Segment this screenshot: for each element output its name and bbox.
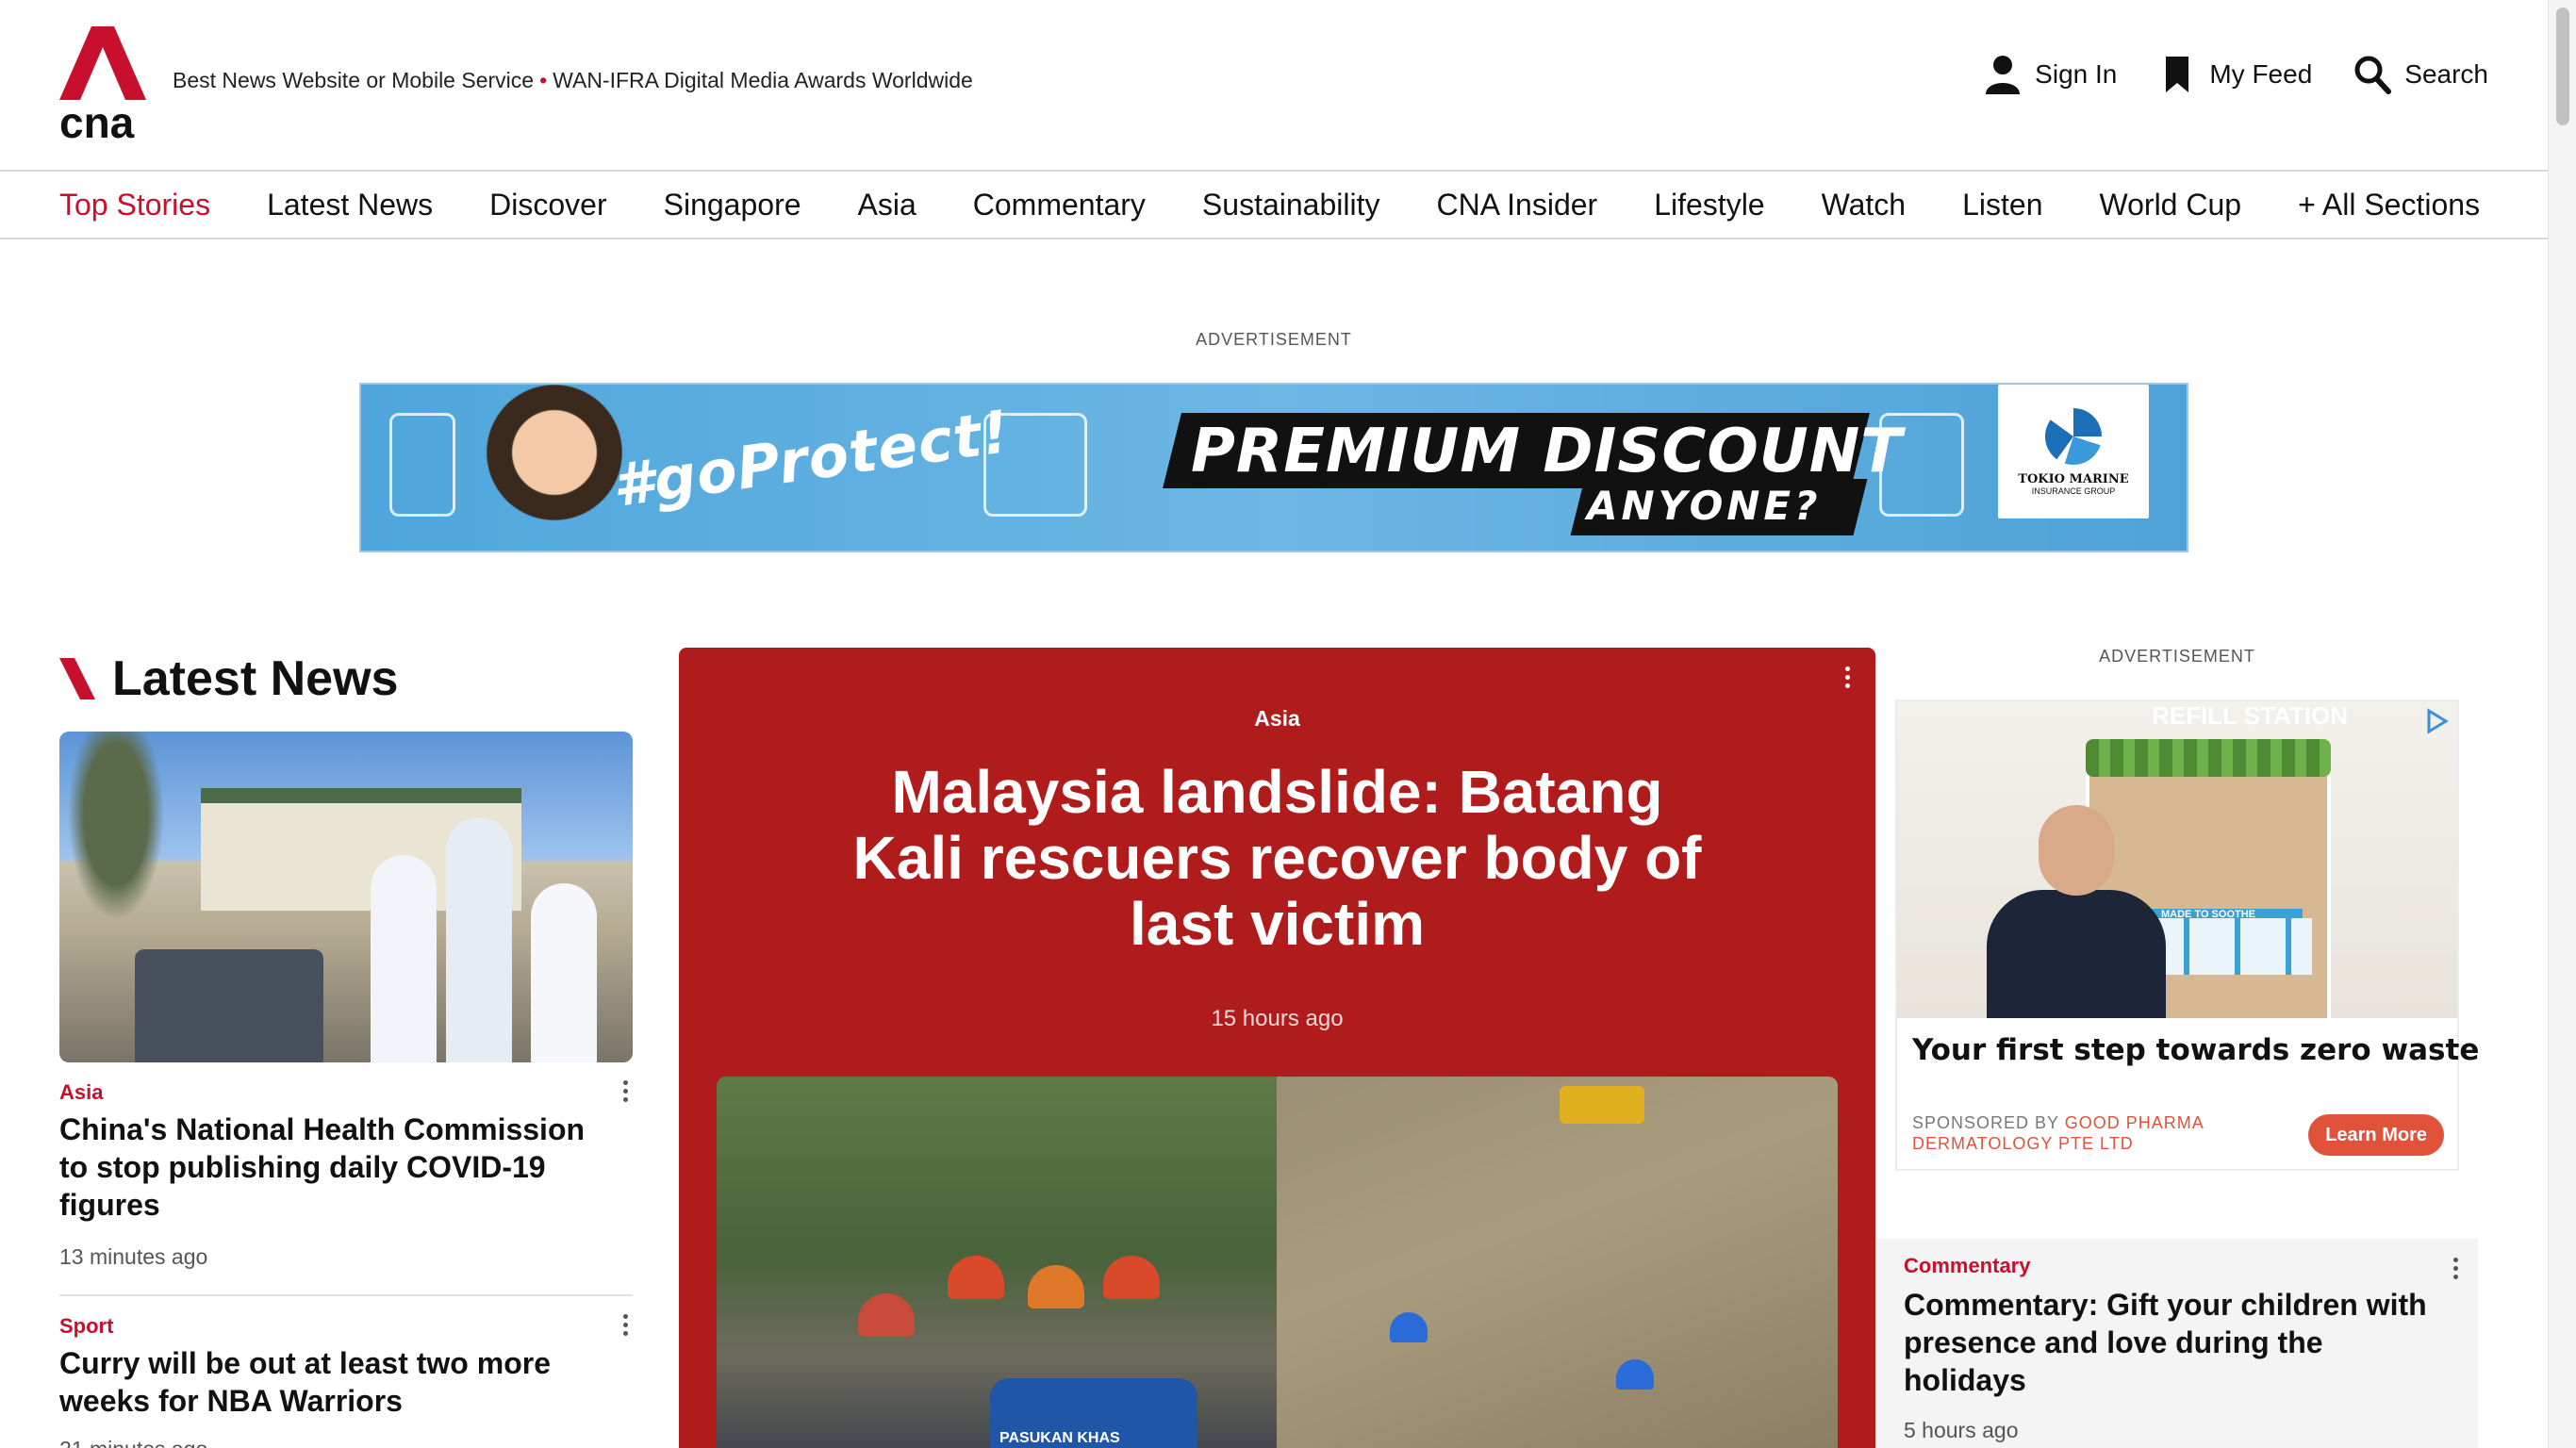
advertisement-banner[interactable]: #goProtect! PREMIUM DISCOUNT ANYONE? TOK…	[359, 383, 2188, 552]
nav-item-asia[interactable]: Asia	[858, 188, 916, 222]
image-person	[531, 883, 597, 1062]
nav-item-top-stories[interactable]: Top Stories	[59, 188, 210, 222]
banner-doodle	[983, 413, 1087, 517]
image-tree	[59, 732, 173, 939]
nav-item-latest-news[interactable]: Latest News	[267, 188, 433, 222]
article-menu-icon[interactable]	[621, 1080, 629, 1107]
article-image-china-covid[interactable]	[59, 732, 633, 1062]
article-timestamp: 21 minutes ago	[59, 1437, 207, 1448]
separator-dot: •	[539, 68, 548, 92]
hero-category[interactable]: Asia	[679, 706, 1875, 732]
banner-headline: PREMIUM DISCOUNT	[1191, 417, 1903, 486]
hero-story-card[interactable]: Asia Malaysia landslide: Batang Kali res…	[679, 648, 1875, 1448]
vest-text: PASUKAN KHAS	[999, 1430, 1120, 1446]
nav-item-all-sections[interactable]: + All Sections	[2298, 188, 2480, 222]
hero-menu-icon[interactable]	[1843, 666, 1851, 693]
sidebar-advertisement[interactable]: REFILL STATION MADE TO SOOTHE Your first…	[1895, 699, 2479, 1171]
ad-man-body	[1987, 890, 2166, 1018]
tokio-marine-logo: TOKIO MARINE INSURANCE GROUP	[1998, 385, 2149, 518]
brand-subtitle: INSURANCE GROUP	[2031, 485, 2116, 496]
search-label: Search	[2404, 59, 2488, 89]
nav-item-world-cup[interactable]: World Cup	[2099, 188, 2241, 222]
search-button[interactable]: Search	[2353, 55, 2488, 94]
latest-news-heading: Latest News	[59, 650, 398, 707]
my-feed-button[interactable]: My Feed	[2158, 55, 2312, 94]
ad-photo: REFILL STATION MADE TO SOOTHE	[1897, 701, 2457, 1018]
article-headline[interactable]: Curry will be out at least two more week…	[59, 1344, 587, 1420]
user-icon	[1986, 56, 2021, 94]
ad-title[interactable]: Your first step towards zero waste	[1912, 1033, 2479, 1067]
hero-image-landslide	[1277, 1077, 1838, 1448]
page-scrollbar[interactable]	[2548, 0, 2576, 1448]
article-category[interactable]: Commentary	[1904, 1254, 2030, 1278]
hero-image[interactable]: PASUKAN KHAS	[717, 1077, 1838, 1448]
brand-name: TOKIO MARINE	[2018, 471, 2129, 486]
bookmark-icon	[2166, 57, 2189, 92]
article-headline[interactable]: Commentary: Gift your children with pres…	[1904, 1286, 2451, 1399]
hero-headline[interactable]: Malaysia landslide: Batang Kali rescuers…	[849, 759, 1706, 957]
hero-image-rescuers: PASUKAN KHAS	[717, 1077, 1277, 1448]
nav-item-cna-insider[interactable]: CNA Insider	[1436, 188, 1597, 222]
banner-doodle	[1879, 413, 1964, 517]
cna-logo[interactable]: cna	[59, 26, 146, 143]
nav-item-lifestyle[interactable]: Lifestyle	[1654, 188, 1764, 222]
ad-man-head	[2039, 805, 2114, 896]
nav-item-sustainability[interactable]: Sustainability	[1202, 188, 1380, 222]
image-helmet	[858, 1293, 915, 1337]
nav-item-discover[interactable]: Discover	[489, 188, 606, 222]
article-category[interactable]: Asia	[59, 1080, 103, 1105]
latest-news-title: Latest News	[112, 651, 399, 706]
site-header: cna Best News Website or Mobile Service •…	[0, 0, 2548, 170]
image-helmet	[1616, 1359, 1654, 1390]
image-person	[371, 855, 437, 1062]
ad-plants	[2086, 739, 2331, 777]
nav-item-singapore[interactable]: Singapore	[664, 188, 801, 222]
banner-subline: ANYONE?	[1587, 483, 1822, 529]
nav-item-watch[interactable]: Watch	[1822, 188, 1907, 222]
adchoices-icon[interactable]	[2423, 707, 2452, 735]
article-headline[interactable]: China's National Health Commission to st…	[59, 1111, 587, 1224]
main-nav: Top Stories Latest News Discover Singapo…	[0, 170, 2548, 239]
image-crowd	[135, 949, 323, 1062]
section-mark-icon	[59, 658, 95, 699]
learn-more-button[interactable]: Learn More	[2308, 1114, 2444, 1156]
article-menu-icon[interactable]	[621, 1314, 629, 1341]
award-right-text: WAN-IFRA Digital Media Awards Worldwide	[553, 68, 973, 92]
my-feed-label: My Feed	[2209, 59, 2313, 89]
sponsor-prefix: SPONSORED BY	[1912, 1113, 2059, 1132]
commentary-card[interactable]: Commentary Commentary: Gift your childre…	[1876, 1239, 2478, 1448]
header-tools: Sign In My Feed Search	[1984, 55, 2488, 94]
scrollbar-thumb[interactable]	[2556, 8, 2569, 125]
sign-in-label: Sign In	[2035, 59, 2118, 89]
sign-in-button[interactable]: Sign In	[1984, 55, 2117, 94]
article-timestamp: 5 hours ago	[1904, 1418, 2019, 1442]
brand-mark-icon	[2045, 407, 2102, 465]
image-helmet	[948, 1256, 1004, 1299]
search-icon	[2354, 56, 2392, 94]
hero-timestamp: 15 hours ago	[1211, 1006, 1344, 1031]
award-tagline: Best News Website or Mobile Service • WAN-…	[173, 68, 973, 93]
image-excavator	[1560, 1086, 1644, 1124]
refill-sign: REFILL STATION	[2152, 701, 2348, 730]
article-category[interactable]: Sport	[59, 1314, 113, 1339]
ad-label-top: ADVERTISEMENT	[1196, 330, 1352, 349]
ad-sponsor: SPONSORED BY GOOD PHARMA DERMATOLOGY PTE…	[1912, 1112, 2252, 1154]
image-person	[446, 817, 512, 1062]
image-helmet	[1390, 1312, 1428, 1342]
divider	[59, 1294, 633, 1296]
nav-item-listen[interactable]: Listen	[1962, 188, 2042, 222]
image-helmet	[1028, 1265, 1084, 1308]
award-left-text: Best News Website or Mobile Service	[173, 68, 535, 92]
article-menu-icon[interactable]	[2452, 1258, 2459, 1284]
svg-text:cna: cna	[59, 98, 135, 143]
image-helmet	[1103, 1256, 1160, 1299]
article-timestamp: 13 minutes ago	[59, 1244, 208, 1269]
banner-hashtag: #goProtect!	[607, 396, 1015, 521]
ad-label-sidebar: ADVERTISEMENT	[2099, 647, 2255, 666]
nav-item-commentary[interactable]: Commentary	[973, 188, 1146, 222]
